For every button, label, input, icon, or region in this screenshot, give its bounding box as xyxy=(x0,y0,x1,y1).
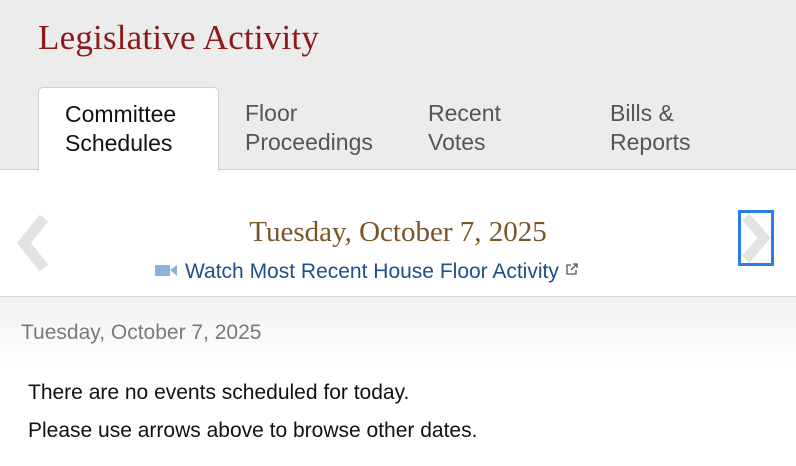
tab-floor-proceedings[interactable]: Floor Proceedings xyxy=(245,87,373,170)
tab-label-line1: Recent xyxy=(428,100,501,126)
current-date: Tuesday, October 7, 2025 xyxy=(249,216,547,248)
date-navigation: Tuesday, October 7, 2025 Watch Most Rece… xyxy=(0,170,796,297)
tab-label-line2: Reports xyxy=(610,129,691,155)
day-heading: Tuesday, October 7, 2025 xyxy=(21,321,262,344)
watch-floor-activity-link[interactable]: Watch Most Recent House Floor Activity xyxy=(155,260,579,284)
external-link-icon xyxy=(566,263,578,275)
no-events-message: There are no events scheduled for today. xyxy=(28,381,410,404)
tab-recent-votes[interactable]: Recent Votes xyxy=(428,87,501,170)
tab-label-line2: Proceedings xyxy=(245,129,373,155)
tab-committee-schedules[interactable]: Committee Schedules xyxy=(38,87,219,171)
tab-label-line1: Floor xyxy=(245,100,298,126)
video-camera-icon xyxy=(155,265,177,277)
tab-bills-reports[interactable]: Bills & Reports xyxy=(610,87,691,170)
watch-link-text: Watch Most Recent House Floor Activity xyxy=(185,260,559,283)
page-title: Legislative Activity xyxy=(38,18,320,57)
day-schedule-panel: Tuesday, October 7, 2025 There are no ev… xyxy=(0,297,796,466)
browse-dates-message: Please use arrows above to browse other … xyxy=(28,419,478,442)
tab-label-line1: Committee xyxy=(65,101,177,127)
tab-label-line1: Bills & xyxy=(610,100,674,126)
tab-label-line2: Votes xyxy=(428,129,486,155)
header: Legislative Activity Committee Schedules… xyxy=(0,0,796,171)
tab-label-line2: Schedules xyxy=(65,130,173,156)
chevron-right-icon xyxy=(742,213,771,263)
next-date-button[interactable] xyxy=(738,210,774,266)
